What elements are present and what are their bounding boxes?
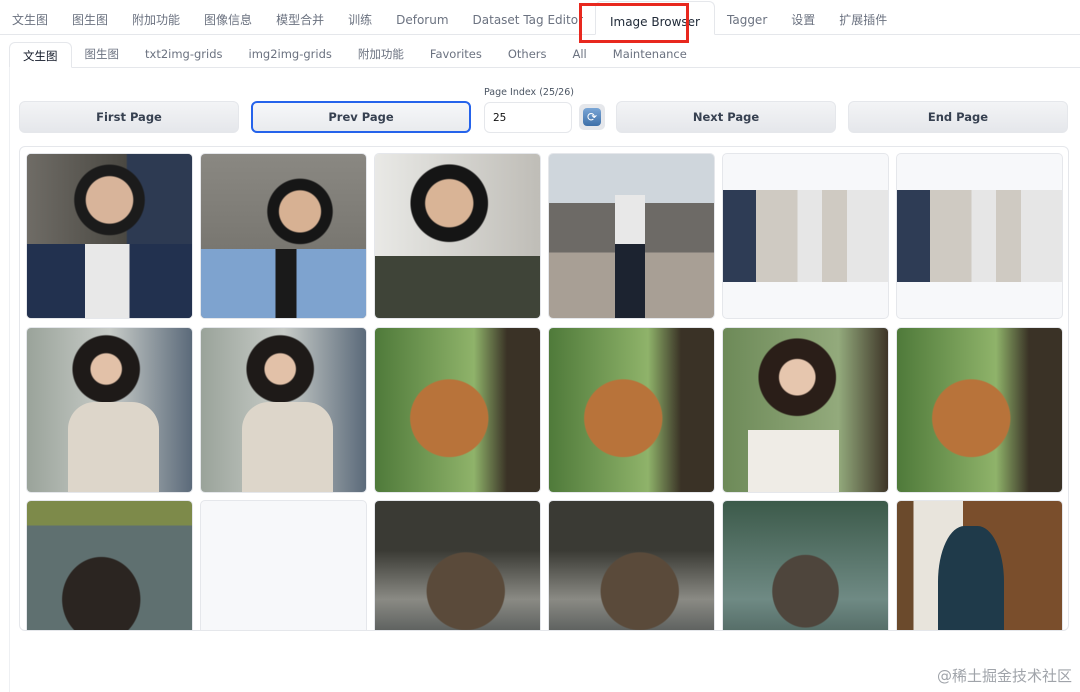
page-index-input[interactable] — [484, 102, 572, 133]
gallery-thumbnail[interactable] — [26, 500, 193, 630]
subtab-extras[interactable]: 附加功能 — [345, 41, 417, 67]
gallery-thumbnail[interactable] — [896, 327, 1063, 493]
subtab-others[interactable]: Others — [495, 41, 560, 67]
subtab-all[interactable]: All — [560, 41, 600, 67]
sub-tab-bar: 文生图 图生图 txt2img-grids img2img-grids 附加功能… — [9, 42, 1080, 68]
tab-img2img[interactable]: 图生图 — [60, 0, 120, 34]
tab-tagger[interactable]: Tagger — [715, 0, 779, 34]
prev-page-button[interactable]: Prev Page — [251, 101, 471, 133]
gallery-thumbnail[interactable] — [374, 500, 541, 630]
end-page-button[interactable]: End Page — [848, 101, 1068, 133]
tab-image-browser[interactable]: Image Browser — [594, 1, 715, 35]
subtab-img2img[interactable]: 图生图 — [72, 41, 133, 67]
subtab-txt2img-grids[interactable]: txt2img-grids — [132, 41, 236, 67]
refresh-icon: ⟳ — [583, 108, 601, 126]
subtab-img2img-grids[interactable]: img2img-grids — [236, 41, 345, 67]
gallery-thumbnail[interactable] — [722, 327, 889, 493]
gallery-thumbnail[interactable] — [374, 153, 541, 319]
tab-extras[interactable]: 附加功能 — [120, 0, 192, 34]
next-page-button[interactable]: Next Page — [616, 101, 836, 133]
subtab-txt2img[interactable]: 文生图 — [9, 42, 72, 68]
gallery-thumbnail[interactable] — [722, 500, 889, 630]
gallery-thumbnail[interactable] — [548, 153, 715, 319]
gallery-thumbnail[interactable] — [26, 153, 193, 319]
gallery-thumbnail[interactable] — [26, 327, 193, 493]
gallery-thumbnail[interactable] — [896, 500, 1063, 630]
image-gallery — [19, 146, 1069, 631]
gallery-thumbnail[interactable] — [548, 500, 715, 630]
page-index-label: Page Index (25/26) — [484, 87, 574, 98]
main-tab-bar: 文生图 图生图 附加功能 图像信息 模型合并 训练 Deforum Datase… — [0, 0, 1080, 35]
subtab-maintenance[interactable]: Maintenance — [600, 41, 700, 67]
tab-dataset-tag-editor[interactable]: Dataset Tag Editor — [461, 0, 595, 34]
tab-deforum[interactable]: Deforum — [384, 0, 460, 34]
refresh-button[interactable]: ⟳ — [579, 104, 605, 130]
watermark: @稀土掘金技术社区 — [936, 667, 1072, 685]
tab-extensions[interactable]: 扩展插件 — [827, 0, 899, 34]
gallery-thumbnail[interactable] — [200, 153, 367, 319]
tab-train[interactable]: 训练 — [336, 0, 384, 34]
gallery-thumbnail[interactable] — [896, 153, 1063, 319]
subtab-favorites[interactable]: Favorites — [417, 41, 495, 67]
gallery-thumbnail[interactable] — [548, 327, 715, 493]
gallery-thumbnail[interactable] — [200, 327, 367, 493]
tab-txt2img[interactable]: 文生图 — [0, 0, 60, 34]
first-page-button[interactable]: First Page — [19, 101, 239, 133]
gallery-thumbnail-empty[interactable] — [200, 500, 367, 630]
gallery-thumbnail[interactable] — [722, 153, 889, 319]
tab-settings[interactable]: 设置 — [779, 0, 827, 34]
tab-checkpoint-merger[interactable]: 模型合并 — [264, 0, 336, 34]
tab-png-info[interactable]: 图像信息 — [192, 0, 264, 34]
gallery-thumbnail[interactable] — [374, 327, 541, 493]
